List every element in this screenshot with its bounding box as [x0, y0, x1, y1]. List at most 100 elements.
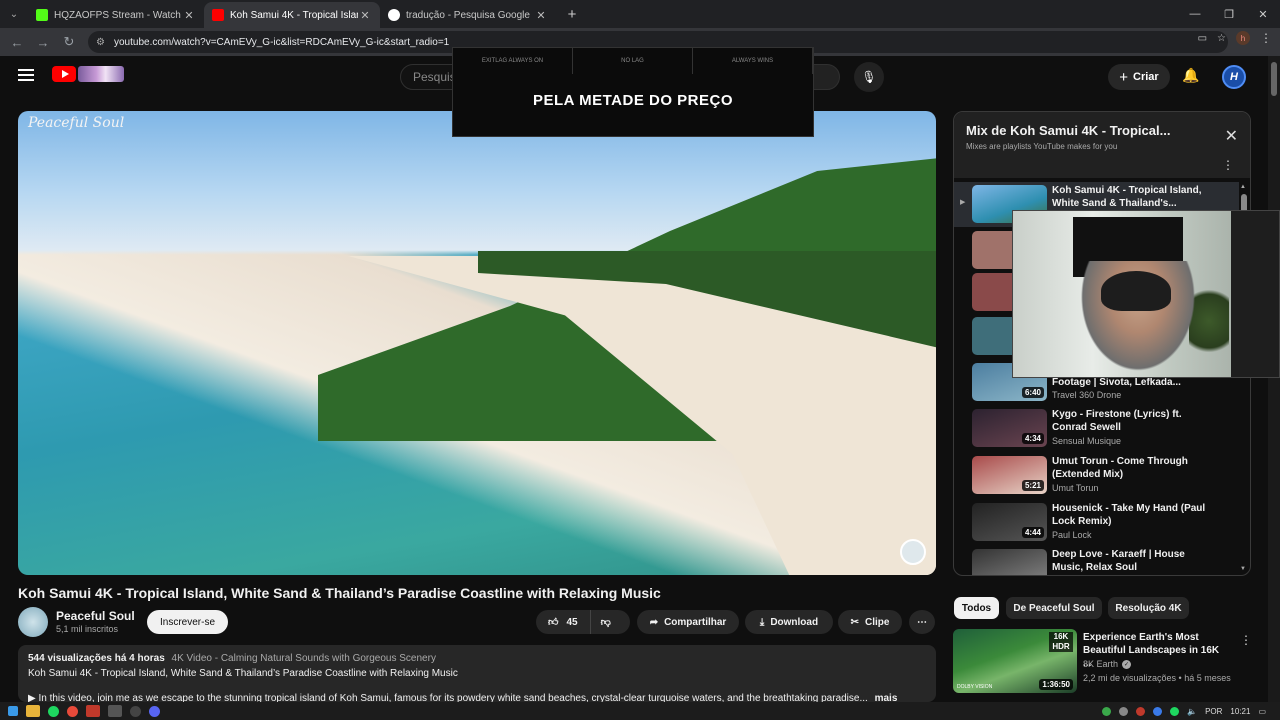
playlist-item[interactable]: Deep Love - Karaeff | House Music, Relax…: [954, 546, 1239, 575]
promo-headline: PELA METADE DO PREÇO: [532, 92, 733, 109]
playlist-item[interactable]: 4:34 Kygo - Firestone (Lyrics) ft. Conra…: [954, 406, 1239, 451]
description-box[interactable]: 544 visualizações há 4 horas 4K Video - …: [18, 645, 936, 702]
channel-name[interactable]: Peaceful Soul: [56, 609, 135, 623]
like-count: 45: [566, 616, 578, 628]
promo-label: EXITLAG ALWAYS ON: [453, 48, 573, 74]
windows-start-icon[interactable]: [8, 706, 18, 716]
tray-icon[interactable]: [1119, 706, 1129, 716]
tab-hqzaofps[interactable]: HQZAOFPS Stream - Watch Live ✕: [28, 2, 204, 28]
tray-icon[interactable]: [1170, 706, 1180, 716]
back-icon[interactable]: ←: [4, 29, 30, 55]
bookmark-star-icon[interactable]: ☆: [1217, 33, 1226, 44]
obs-icon[interactable]: [130, 705, 141, 717]
playlist-item[interactable]: 4:44 Housenick - Take My Hand (Paul Lock…: [954, 500, 1239, 545]
hamburger-menu-icon[interactable]: [18, 69, 34, 81]
more-actions-icon[interactable]: ⋯: [909, 610, 935, 634]
cast-icon[interactable]: ▭: [1198, 33, 1207, 44]
share-label: Compartilhar: [664, 616, 727, 628]
playlist-item-title: Koh Samui 4K - Tropical Island, White Sa…: [1052, 185, 1202, 209]
like-button[interactable]: 👍︎ 45: [536, 610, 591, 634]
recommendation-menu-icon[interactable]: ⋮: [1240, 633, 1252, 647]
speaker-icon[interactable]: 🔈: [1187, 707, 1197, 716]
description-text: ▶ In this video, join me as we escape to…: [28, 693, 868, 702]
subscribe-button[interactable]: Inscrever-se: [147, 610, 228, 634]
dislike-button[interactable]: 👎︎: [591, 616, 621, 628]
clip-label: Clipe: [864, 616, 890, 628]
chrome-icon[interactable]: [67, 705, 78, 717]
video-thumbnail: [972, 549, 1047, 575]
page-scrollbar[interactable]: [1268, 56, 1280, 702]
tab-koh-samui[interactable]: Koh Samui 4K - Tropical Island, ✕: [204, 2, 380, 28]
download-button[interactable]: ⤓ Download: [745, 610, 833, 634]
share-button[interactable]: ➦ Compartilhar: [637, 610, 739, 634]
tab-google-search[interactable]: tradução - Pesquisa Google ✕: [380, 2, 556, 28]
notification-center-icon[interactable]: ▭: [1258, 707, 1266, 716]
account-avatar[interactable]: H: [1222, 65, 1246, 89]
recommendation-meta: 2,2 mi de visualizações • há 5 meses: [1083, 673, 1231, 683]
badge-16k: 16K: [1053, 632, 1069, 641]
reload-icon[interactable]: ↻: [56, 29, 82, 55]
tray-icon[interactable]: [1136, 706, 1146, 716]
close-icon[interactable]: ✕: [534, 9, 548, 22]
chip-from-channel[interactable]: De Peaceful Soul: [1006, 597, 1102, 619]
youtube-logo-icon[interactable]: [52, 66, 76, 82]
app-icon[interactable]: [108, 705, 122, 717]
show-more-link[interactable]: mais: [875, 693, 898, 702]
stream-promo-overlay: EXITLAG ALWAYS ON NO LAG ALWAYS WINS PEL…: [452, 47, 814, 137]
notifications-bell-icon[interactable]: 🔔: [1182, 67, 1200, 85]
video-title: Koh Samui 4K - Tropical Island, White Sa…: [18, 585, 661, 601]
chip-all[interactable]: Todos: [954, 597, 999, 619]
tab-title: tradução - Pesquisa Google: [406, 9, 530, 21]
description-tags: 4K Video - Calming Natural Sounds with G…: [171, 653, 436, 664]
tab-search-chevron-icon[interactable]: ⌄: [0, 0, 28, 28]
chip-4k-resolution[interactable]: Resolução 4K: [1108, 597, 1189, 619]
playlist-item[interactable]: 5:21 Umut Torun - Come Through (Extended…: [954, 453, 1239, 498]
playlist-item-channel: Travel 360 Drone: [1052, 390, 1122, 400]
file-explorer-icon[interactable]: [26, 705, 40, 717]
profile-avatar[interactable]: h: [1236, 31, 1250, 45]
restore-icon[interactable]: ❐: [1212, 0, 1246, 28]
video-duration: 5:21: [1021, 480, 1044, 491]
channel-watermark-icon[interactable]: [900, 539, 926, 565]
view-count: 544 visualizações: [28, 653, 112, 664]
close-icon[interactable]: ✕: [1225, 126, 1238, 146]
mix-title[interactable]: Mix de Koh Samui 4K - Tropical...: [966, 123, 1170, 138]
playlist-item-title: Umut Torun - Come Through (Extended Mix): [1052, 456, 1188, 480]
new-tab-button[interactable]: +: [560, 6, 584, 23]
windows-taskbar: 🔈 POR 10:21 ▭: [0, 702, 1280, 720]
discord-icon[interactable]: [149, 705, 160, 717]
youtube-doodle-logo[interactable]: [78, 66, 124, 82]
video-player[interactable]: Peaceful Soul: [18, 111, 936, 575]
close-icon[interactable]: ✕: [358, 9, 372, 22]
scroll-down-icon[interactable]: ▼: [1240, 566, 1246, 572]
forward-icon[interactable]: →: [30, 29, 56, 55]
spotify-icon[interactable]: [48, 705, 59, 717]
share-arrow-icon: ➦: [649, 616, 659, 628]
create-button[interactable]: + Criar: [1108, 64, 1170, 90]
address-bar-actions: ▭ ☆ h ⋮: [1198, 31, 1272, 45]
video-duration: 1:36:50: [1039, 679, 1073, 690]
video-duration: 4:44: [1021, 527, 1044, 538]
tray-icon[interactable]: [1153, 706, 1163, 716]
tray-icon[interactable]: [1102, 706, 1112, 716]
recommendation-channel[interactable]: 8K Earth ✓: [1083, 659, 1132, 669]
scroll-up-icon[interactable]: ▲: [1240, 184, 1246, 190]
description-line: ▶ In this video, join me as we escape to…: [28, 693, 926, 702]
video-thumbnail: 4:44: [972, 503, 1047, 541]
minimize-icon[interactable]: —: [1178, 0, 1212, 28]
close-window-icon[interactable]: ✕: [1246, 0, 1280, 28]
playlist-item-title: Housenick - Take My Hand (Paul Lock Remi…: [1052, 503, 1206, 527]
recommendation-thumbnail[interactable]: 16K HDR DOLBY VISION 1:36:50: [953, 629, 1077, 693]
video-duration: 6:40: [1021, 387, 1044, 398]
site-info-icon[interactable]: ⚙: [96, 37, 114, 48]
clip-button[interactable]: ✂ Clipe: [838, 610, 902, 634]
clock[interactable]: 10:21: [1230, 707, 1250, 716]
browser-menu-icon[interactable]: ⋮: [1260, 31, 1272, 45]
microphone-icon[interactable]: 🎙: [854, 62, 884, 92]
app-icon[interactable]: [86, 705, 100, 717]
close-icon[interactable]: ✕: [182, 9, 196, 22]
badge-hdr: HDR: [1052, 642, 1070, 651]
channel-avatar[interactable]: [18, 607, 48, 637]
input-language[interactable]: POR: [1205, 707, 1222, 716]
mix-menu-icon[interactable]: ⋮: [1222, 158, 1234, 172]
